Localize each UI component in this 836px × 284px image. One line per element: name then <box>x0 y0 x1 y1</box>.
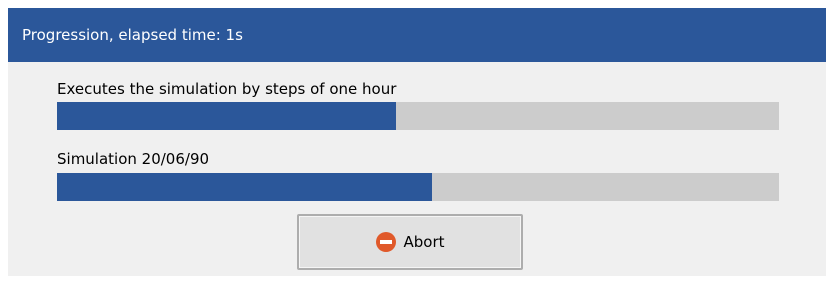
abort-button-label: Abort <box>403 233 445 251</box>
progress-fill-steps <box>57 102 397 130</box>
stop-icon-bar <box>380 240 393 244</box>
abort-button[interactable]: Abort <box>297 214 523 270</box>
progress-fill-simulation <box>57 173 433 201</box>
task-label-simulation: Simulation 20/06/90 <box>57 150 210 168</box>
dialog-title: Progression, elapsed time: 1s <box>8 8 826 62</box>
task-label-steps: Executes the simulation by steps of one … <box>57 80 397 98</box>
progress-dialog: Progression, elapsed time: 1s Executes t… <box>8 8 826 276</box>
dialog-footer: Abort <box>8 208 826 276</box>
stop-icon <box>375 231 397 253</box>
progress-bar-steps <box>57 102 779 130</box>
progress-bar-simulation <box>57 173 779 201</box>
